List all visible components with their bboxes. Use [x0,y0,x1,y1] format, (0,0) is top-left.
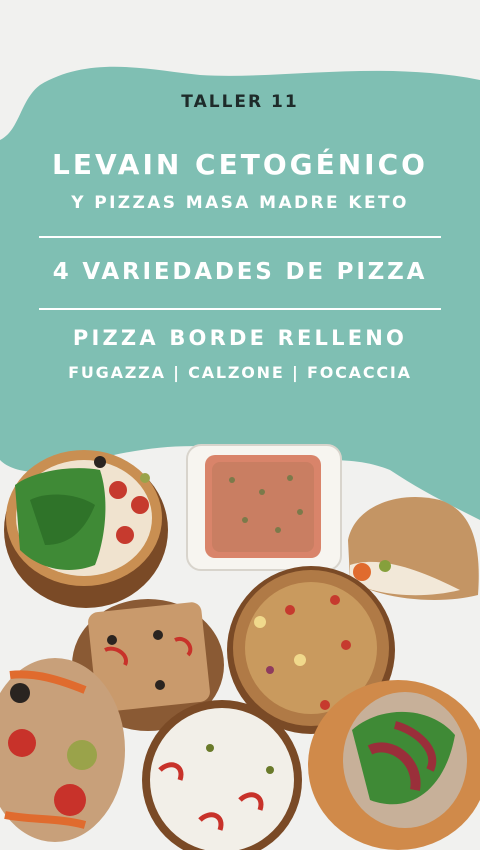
pizza-collage [0,444,480,850]
stuffed-crust-label: PIZZA BORDE RELLENO [72,326,408,350]
workshop-label: TALLER 11 [181,92,299,112]
title-block: TALLER 11 LEVAIN CETOGÉNICO Y PIZZAS MAS… [0,80,480,382]
main-title: LEVAIN CETOGÉNICO [52,148,428,181]
ham-arugula-pizza-image [308,680,480,850]
calzone-image [348,496,479,600]
divider-1 [39,236,441,238]
varieties-label: 4 VARIEDADES DE PIZZA [52,259,428,285]
square-onion-pizza-image [186,444,342,571]
pizza-styles-label: FUGAZZA | CALZONE | FOCACCIA [68,363,412,382]
subtitle: Y PIZZAS MASA MADRE KETO [71,193,409,213]
divider-2 [39,308,441,310]
pizza-arugula-pepperoni-image [4,450,168,608]
